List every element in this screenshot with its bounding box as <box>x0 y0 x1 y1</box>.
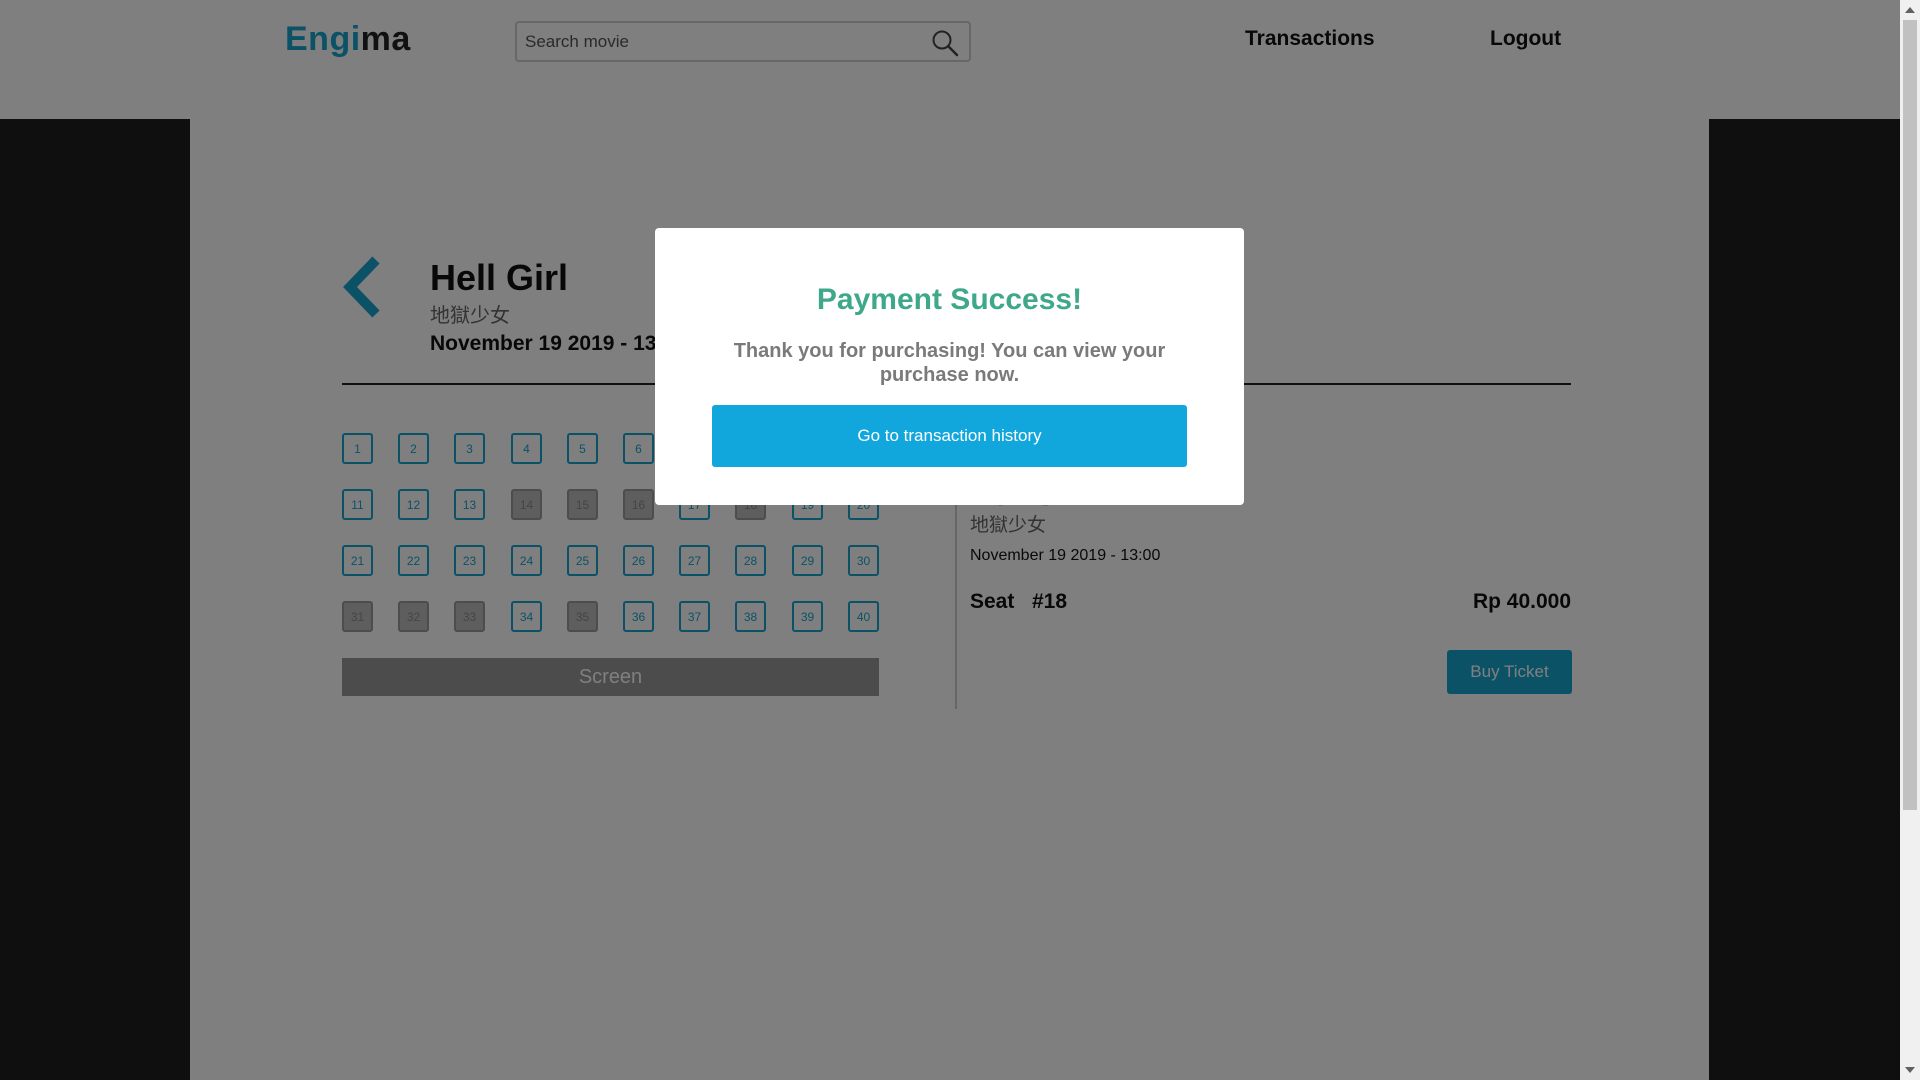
scroll-up-arrow-icon[interactable] <box>1900 0 1920 20</box>
modal-message: Thank you for purchasing! You can view y… <box>733 340 1166 386</box>
modal-overlay[interactable] <box>0 0 1900 1080</box>
modal-title: Payment Success! <box>816 283 1083 316</box>
payment-success-modal: Payment Success! Thank you for purchasin… <box>655 228 1244 505</box>
page-scrollbar[interactable] <box>1900 0 1920 1080</box>
scroll-thumb[interactable] <box>1903 20 1917 810</box>
scroll-down-arrow-icon[interactable] <box>1900 1060 1920 1080</box>
go-to-transaction-history-button[interactable]: Go to transaction history <box>712 405 1187 467</box>
